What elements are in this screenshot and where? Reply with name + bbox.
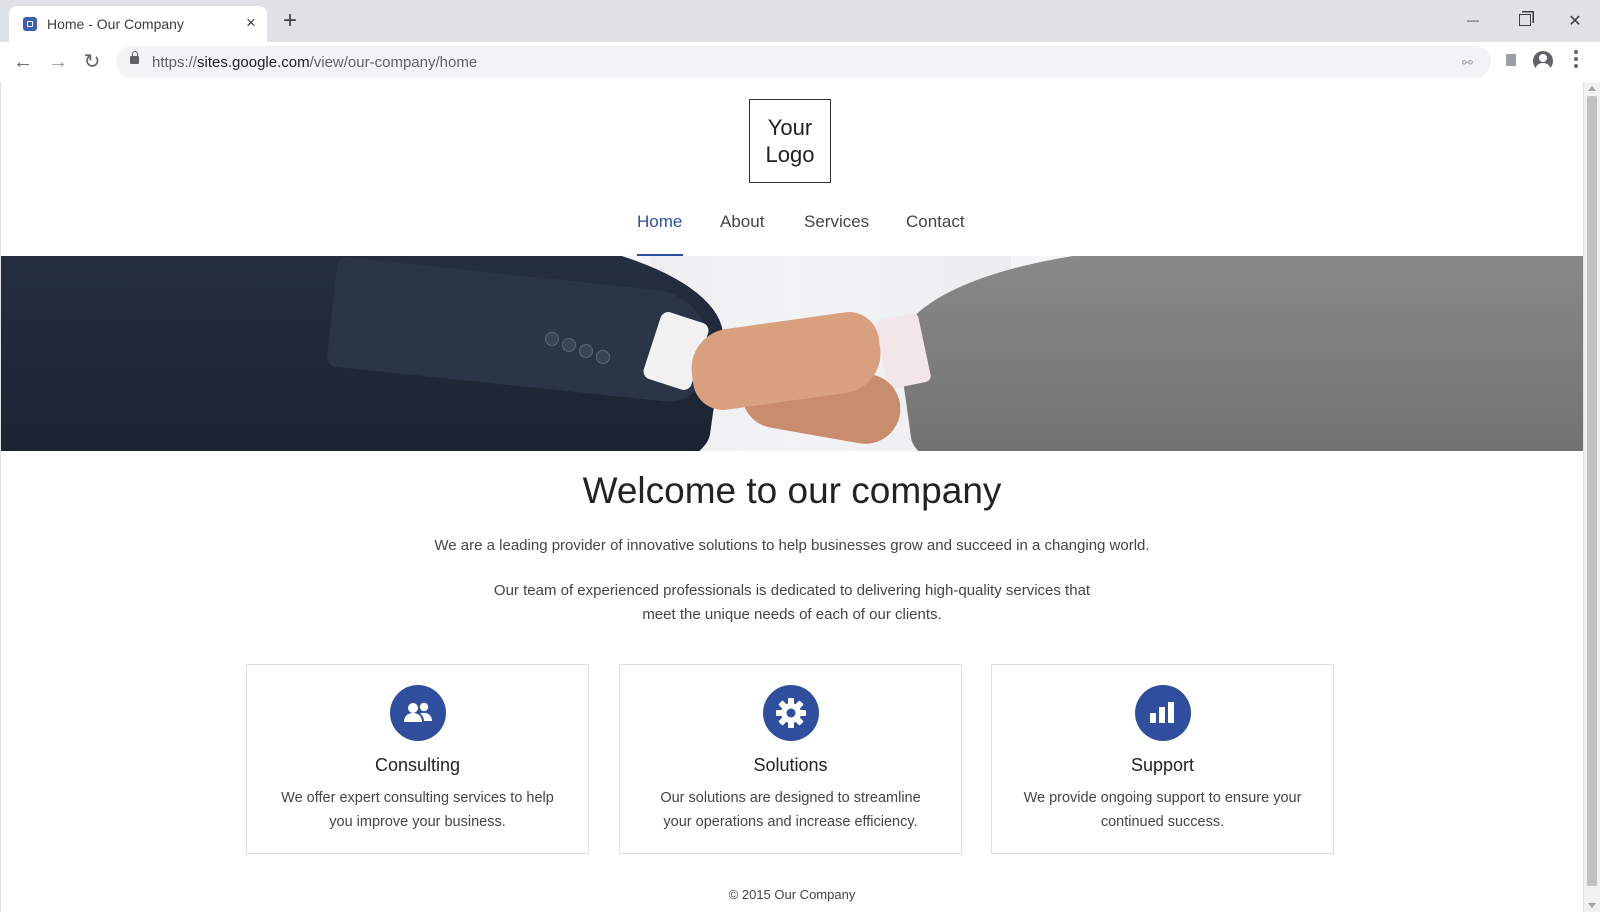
new-tab-button[interactable]: + [283, 9, 297, 33]
minimize-icon: — [1467, 13, 1479, 27]
reload-icon: ↻ [83, 51, 101, 73]
key-icon[interactable]: ⚯ [1462, 55, 1473, 71]
profile-avatar-icon[interactable] [1533, 51, 1553, 71]
bar-chart-icon [1135, 685, 1191, 741]
browser-toolbar: ← → ↻ https://sites.google.com/view/our-… [0, 42, 1600, 83]
url-host: sites.google.com [197, 54, 310, 71]
more-menu-icon[interactable] [1574, 50, 1578, 71]
card-title: Solutions [753, 755, 828, 775]
arrow-left-icon: ← [13, 51, 33, 73]
close-icon: ✕ [1568, 13, 1582, 30]
card-description: We provide ongoing support to ensure you… [1023, 790, 1302, 830]
gear-icon [763, 685, 819, 741]
service-card-solutions: Solutions Our solutions are designed to … [619, 664, 962, 854]
tab-strip: Home - Our Company × + — ✕ [0, 0, 1600, 42]
logo-text: Your Logo [765, 115, 815, 167]
lock-icon[interactable] [130, 51, 139, 64]
site-favicon-icon [23, 17, 37, 31]
page-viewport: Your Logo Home About Services Contact We… [1, 82, 1583, 912]
service-card-support: Support We provide ongoing support to en… [991, 664, 1334, 854]
browser-tab[interactable]: Home - Our Company × [9, 6, 267, 42]
site-navigation: Home About Services Contact [1, 210, 1583, 256]
tab-title: Home - Our Company [47, 16, 184, 32]
url-path: /view/our-company/home [309, 54, 478, 71]
arrow-right-icon: → [48, 51, 68, 73]
nav-link-about[interactable]: About [720, 210, 764, 234]
forward-button[interactable]: → [44, 48, 72, 76]
url-text[interactable]: https://sites.google.com/view/our-compan… [152, 54, 477, 71]
nav-link-contact[interactable]: Contact [906, 210, 965, 234]
hero-handshake-image [1, 256, 1583, 451]
window-restore-button[interactable] [1510, 8, 1540, 32]
site-logo[interactable]: Your Logo [749, 99, 831, 183]
nav-link-home[interactable]: Home [637, 210, 682, 234]
service-card-consulting: Consulting We offer expert consulting se… [246, 664, 589, 854]
address-bar[interactable]: https://sites.google.com/view/our-compan… [116, 46, 1491, 78]
card-title: Consulting [374, 755, 461, 775]
nav-link-services[interactable]: Services [804, 210, 869, 234]
card-title: Support [1130, 755, 1195, 775]
scrollbar-thumb[interactable] [1587, 96, 1597, 886]
back-button[interactable]: ← [9, 48, 37, 76]
intro-paragraph-2: Our team of experienced professionals is… [493, 582, 1091, 623]
window-minimize-button[interactable]: — [1458, 8, 1488, 32]
restore-icon [1519, 14, 1531, 26]
reader-mode-icon[interactable] [1506, 54, 1516, 66]
scroll-up-arrow-icon[interactable] [1588, 86, 1596, 91]
page-scrollbar[interactable] [1584, 82, 1600, 912]
footer-copyright: © 2015 Our Company [728, 887, 856, 902]
tab-close-icon[interactable]: × [246, 13, 256, 33]
card-description: Our solutions are designed to streamline… [660, 790, 921, 830]
users-icon [390, 685, 446, 741]
intro-paragraph-1: We are a leading provider of innovative … [434, 537, 1150, 554]
scroll-down-arrow-icon[interactable] [1588, 903, 1596, 908]
window-close-button[interactable]: ✕ [1560, 8, 1590, 32]
url-scheme: https:// [152, 54, 198, 71]
reload-button[interactable]: ↻ [78, 48, 106, 76]
card-description: We offer expert consulting services to h… [281, 790, 554, 830]
page-title: Welcome to our company [582, 470, 1002, 511]
